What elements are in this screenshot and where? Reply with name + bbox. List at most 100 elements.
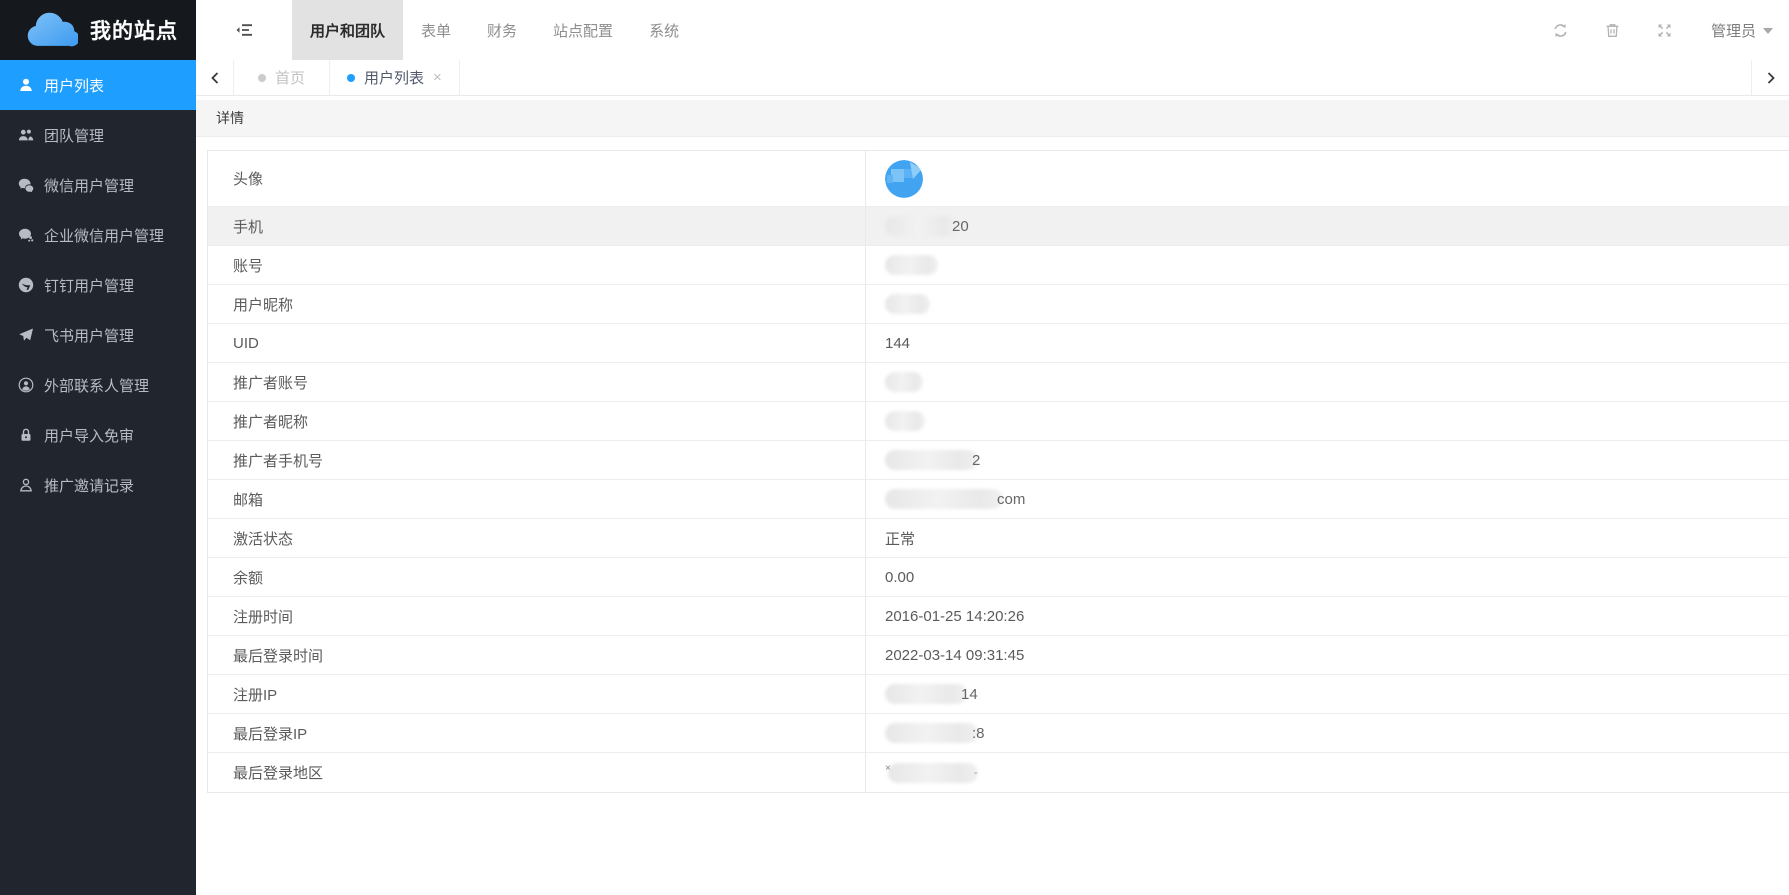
table-row-last-login-region: 最后登录地区 ×- xyxy=(208,753,1789,792)
nav-item-system[interactable]: 系统 xyxy=(631,0,697,60)
field-value: com xyxy=(866,480,1789,518)
top-navbar: 用户和团队 表单 财务 站点配置 系统 管理员 xyxy=(196,0,1789,60)
sidebar-item-label: 钉钉用户管理 xyxy=(44,275,134,296)
field-value-text: 144 xyxy=(885,335,910,352)
field-label: 头像 xyxy=(208,151,866,206)
user-import-icon xyxy=(18,427,34,443)
tabs-scroll-left-button[interactable] xyxy=(196,60,234,95)
masked-value-blur xyxy=(885,255,938,275)
field-label: 激活状态 xyxy=(208,519,866,557)
nav-item-label: 系统 xyxy=(649,20,679,41)
sidebar-item-label: 微信用户管理 xyxy=(44,175,134,196)
tabs-scroll-right-button[interactable] xyxy=(1751,60,1789,95)
caret-down-icon xyxy=(1763,28,1773,34)
sidebar-item-feishu-users[interactable]: 飞书用户管理 xyxy=(0,310,196,360)
field-label: 推广者手机号 xyxy=(208,441,866,479)
table-row-promoter-nickname: 推广者昵称 xyxy=(208,402,1789,441)
field-value-text: 2016-01-25 14:20:26 xyxy=(885,608,1024,625)
sidebar-item-team-management[interactable]: 团队管理 xyxy=(0,110,196,160)
masked-value-blur xyxy=(888,763,978,783)
table-row-register-ip: 注册IP 14 xyxy=(208,675,1789,714)
masked-value-blur xyxy=(885,450,978,470)
sidebar-item-dingtalk-users[interactable]: 钉钉用户管理 xyxy=(0,260,196,310)
menu-fold-icon xyxy=(235,22,253,38)
nav-item-label: 用户和团队 xyxy=(310,20,385,41)
team-icon xyxy=(18,127,34,143)
sidebar-item-label: 外部联系人管理 xyxy=(44,375,149,396)
avatar xyxy=(885,160,923,198)
field-value: 2 xyxy=(866,441,1789,479)
tab-bar: 首页 用户列表 × xyxy=(196,60,1789,96)
field-value: 144 xyxy=(866,324,1789,362)
field-value: :8 xyxy=(866,714,1789,752)
trash-button[interactable] xyxy=(1601,18,1625,42)
masked-value-suffix: com xyxy=(997,491,1025,508)
sidebar-item-external-contacts[interactable]: 外部联系人管理 xyxy=(0,360,196,410)
nav-item-label: 站点配置 xyxy=(553,20,613,41)
table-row-register-time: 注册时间 2016-01-25 14:20:26 xyxy=(208,597,1789,636)
sidebar-item-wechat-users[interactable]: 微信用户管理 xyxy=(0,160,196,210)
table-row-last-login-time: 最后登录时间 2022-03-14 09:31:45 xyxy=(208,636,1789,675)
nav-item-users-teams[interactable]: 用户和团队 xyxy=(292,0,403,60)
sidebar-item-label: 用户列表 xyxy=(44,75,104,96)
tab-home[interactable]: 首页 xyxy=(234,60,330,95)
field-value: 正常 xyxy=(866,519,1789,557)
tab-user-list[interactable]: 用户列表 × xyxy=(330,60,460,95)
masked-value-blur xyxy=(885,372,923,392)
sidebar-item-promo-invite-records[interactable]: 推广邀请记录 xyxy=(0,460,196,510)
nav-item-label: 财务 xyxy=(487,20,517,41)
content-area: 头像 手机 xyxy=(196,137,1789,895)
table-row-uid: UID 144 xyxy=(208,324,1789,363)
site-title: 我的站点 xyxy=(90,15,178,45)
main-area: 用户和团队 表单 财务 站点配置 系统 管理员 xyxy=(196,0,1789,895)
field-label: 用户昵称 xyxy=(208,285,866,323)
table-row-last-login-ip: 最后登录IP :8 xyxy=(208,714,1789,753)
masked-value-prefix: × xyxy=(885,763,891,774)
sidebar-item-user-import-exempt[interactable]: 用户导入免审 xyxy=(0,410,196,460)
nav-item-finance[interactable]: 财务 xyxy=(469,0,535,60)
page-title: 详情 xyxy=(216,108,244,128)
fullscreen-button[interactable] xyxy=(1653,18,1677,42)
field-value xyxy=(866,246,1789,284)
table-row-balance: 余额 0.00 xyxy=(208,558,1789,597)
masked-value-blur xyxy=(885,684,967,704)
field-label: 注册IP xyxy=(208,675,866,713)
field-label: 手机 xyxy=(208,207,866,245)
refresh-icon xyxy=(1552,22,1569,39)
field-value: ×- xyxy=(866,753,1789,792)
nav-item-label: 表单 xyxy=(421,20,451,41)
table-row-email: 邮箱 com xyxy=(208,480,1789,519)
field-value-text: 0.00 xyxy=(885,569,914,586)
table-row-promoter-phone: 推广者手机号 2 xyxy=(208,441,1789,480)
cloud-icon xyxy=(24,12,78,48)
field-label: 邮箱 xyxy=(208,480,866,518)
sidebar-collapse-button[interactable] xyxy=(196,0,292,60)
chevron-left-icon xyxy=(209,71,221,85)
table-row-activation-status: 激活状态 正常 xyxy=(208,519,1789,558)
nav-item-site-config[interactable]: 站点配置 xyxy=(535,0,631,60)
masked-value-blur xyxy=(885,411,925,431)
chevron-right-icon xyxy=(1765,71,1777,85)
sidebar-item-user-list[interactable]: 用户列表 xyxy=(0,60,196,110)
user-detail-table: 头像 手机 xyxy=(207,150,1789,793)
brand: 我的站点 xyxy=(0,0,196,60)
masked-value-suffix: 14 xyxy=(961,686,978,703)
field-label: UID xyxy=(208,324,866,362)
field-label: 最后登录时间 xyxy=(208,636,866,674)
tab-status-dot xyxy=(347,74,355,82)
sidebar-item-label: 用户导入免审 xyxy=(44,425,134,446)
tab-status-dot xyxy=(258,74,266,82)
dingtalk-icon xyxy=(18,277,34,293)
wechat-icon xyxy=(18,177,34,193)
tab-label: 首页 xyxy=(275,67,305,88)
sidebar-item-wechat-work-users[interactable]: 企业微信用户管理 xyxy=(0,210,196,260)
table-row-avatar: 头像 xyxy=(208,151,1789,207)
field-label: 账号 xyxy=(208,246,866,284)
field-value-text: 2022-03-14 09:31:45 xyxy=(885,647,1024,664)
refresh-button[interactable] xyxy=(1549,18,1573,42)
tab-close-icon[interactable]: × xyxy=(433,69,442,86)
nav-item-forms[interactable]: 表单 xyxy=(403,0,469,60)
field-label: 注册时间 xyxy=(208,597,866,635)
table-row-nickname: 用户昵称 xyxy=(208,285,1789,324)
user-dropdown[interactable]: 管理员 xyxy=(1711,20,1773,41)
